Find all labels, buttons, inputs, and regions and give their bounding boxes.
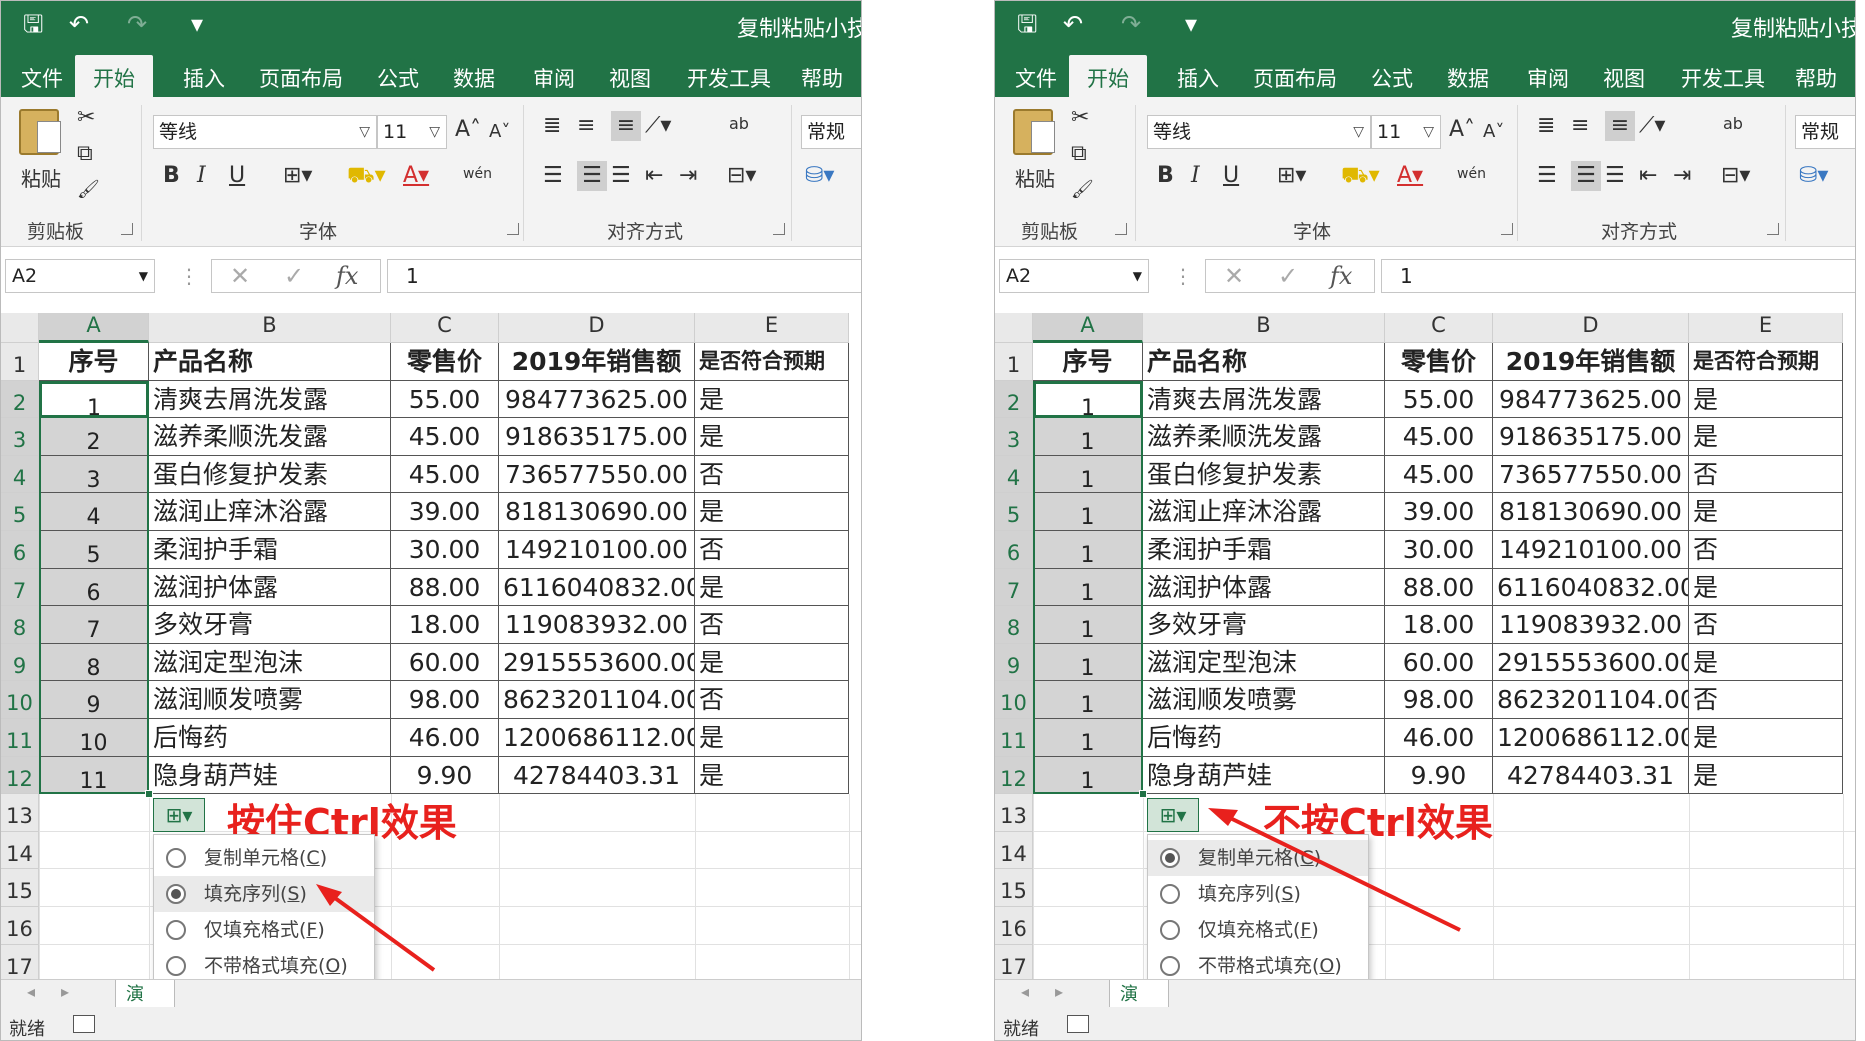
annotation-arrow-left <box>316 884 436 972</box>
annotation-arrow-right <box>1208 808 1461 932</box>
